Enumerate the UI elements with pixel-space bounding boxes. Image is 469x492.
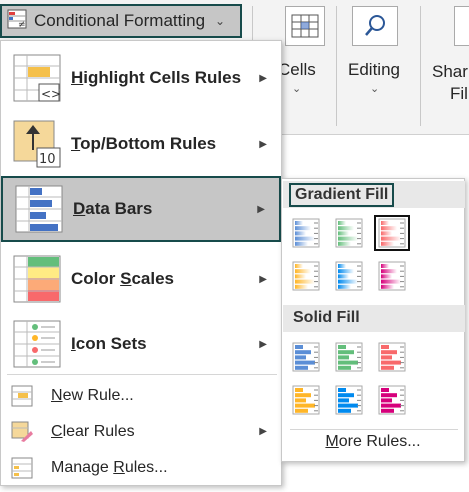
chevron-down-icon: ⌄: [292, 83, 302, 95]
chevron-down-icon: ⌄: [370, 83, 380, 95]
menu-item-label: Top/Bottom Rules: [71, 134, 217, 153]
menu-item-highlight-cells-rules[interactable]: <> Highlight Cells Rules ▶: [1, 45, 281, 111]
cells-button[interactable]: Cells ⌄: [278, 0, 330, 130]
gradient-fill-header: Gradient Fill: [283, 181, 465, 208]
svg-text:<>: <>: [41, 87, 61, 101]
menu-item-label: Highlight Cells Rules: [71, 68, 242, 87]
chevron-right-icon: ▶: [259, 138, 267, 150]
chevron-right-icon: ▶: [259, 273, 267, 285]
gradient-fill-data-bar-5[interactable]: [331, 258, 367, 294]
menu-item-clear-rules[interactable]: Clear Rules ▶: [1, 415, 281, 448]
menu-item-label: Color Scales: [71, 269, 174, 288]
share-label-line2: Fil: [450, 84, 468, 103]
highlight-cells-icon: <>: [13, 54, 61, 102]
top-bottom-icon: 10: [13, 120, 61, 168]
clear-rules-icon: [11, 421, 33, 443]
gradient-fill-data-bar-1[interactable]: [288, 215, 324, 251]
menu-item-top-bottom-rules[interactable]: 10 Top/Bottom Rules ▶: [1, 111, 281, 177]
solid-fill-data-bar-4[interactable]: [288, 382, 324, 418]
search-icon: [352, 6, 398, 46]
conditional-formatting-menu: <> Highlight Cells Rules ▶ 10 Top/Bottom…: [0, 40, 282, 486]
color-scales-icon: [13, 255, 61, 303]
menu-item-manage-rules[interactable]: Manage Rules...: [1, 451, 281, 484]
menu-item-label: Clear Rules: [51, 422, 135, 440]
solid-fill-data-bar-6[interactable]: [374, 382, 410, 418]
solid-fill-data-bar-2[interactable]: [331, 339, 367, 375]
solid-fill-data-bar-3[interactable]: [374, 339, 410, 375]
solid-fill-data-bar-5[interactable]: [331, 382, 367, 418]
gradient-fill-data-bar-6[interactable]: [374, 258, 410, 294]
more-rules-button[interactable]: More Rules...: [282, 433, 464, 461]
solid-fill-data-bar-1[interactable]: [288, 339, 324, 375]
chevron-right-icon: ▶: [259, 72, 267, 84]
svg-text:10: 10: [39, 152, 56, 167]
editing-button[interactable]: Editing ⌄: [340, 0, 415, 130]
gradient-fill-data-bar-2[interactable]: [331, 215, 367, 251]
menu-item-label: New Rule...: [51, 386, 134, 404]
menu-item-data-bars[interactable]: Data Bars ▶: [1, 176, 281, 242]
menu-item-label: Manage Rules...: [51, 458, 168, 476]
data-bars-submenu: Gradient Fill Solid Fill More Rules...: [281, 178, 465, 462]
share-label: Shar: [432, 62, 468, 81]
conditional-formatting-button[interactable]: ≠ Conditional Formatting ⌄: [0, 4, 242, 38]
new-rule-icon: [11, 385, 33, 407]
gradient-fill-data-bar-3[interactable]: [374, 215, 410, 251]
ribbon-separator: [336, 6, 337, 126]
menu-divider: [290, 429, 458, 430]
menu-item-icon-sets[interactable]: Icon Sets ▶: [1, 311, 281, 377]
conditional-formatting-label: Conditional Formatting: [34, 11, 206, 30]
menu-item-label: Icon Sets: [71, 334, 147, 353]
share-button[interactable]: Shar Fil: [428, 0, 469, 130]
chevron-right-icon: ▶: [259, 338, 267, 350]
share-icon: [454, 6, 469, 46]
svg-text:≠: ≠: [18, 20, 26, 29]
menu-item-label: Data Bars: [73, 199, 153, 218]
conditional-formatting-icon: ≠: [7, 9, 27, 34]
data-bars-icon: [15, 185, 63, 233]
cells-label: Cells: [278, 60, 316, 79]
editing-label: Editing: [348, 60, 400, 79]
icon-sets-icon: [13, 320, 61, 368]
chevron-right-icon: ▶: [257, 203, 265, 215]
cells-icon: [285, 6, 325, 46]
manage-rules-icon: [11, 457, 33, 479]
menu-item-new-rule[interactable]: New Rule...: [1, 379, 281, 412]
menu-divider: [7, 374, 277, 375]
ribbon-separator: [420, 6, 421, 126]
solid-fill-header: Solid Fill: [283, 305, 465, 332]
chevron-right-icon: ▶: [259, 426, 267, 437]
chevron-down-icon: ⌄: [215, 14, 226, 28]
gradient-fill-label: Gradient Fill: [289, 183, 395, 207]
menu-item-color-scales[interactable]: Color Scales ▶: [1, 246, 281, 312]
gradient-fill-data-bar-4[interactable]: [288, 258, 324, 294]
solid-fill-label: Solid Fill: [293, 309, 360, 326]
